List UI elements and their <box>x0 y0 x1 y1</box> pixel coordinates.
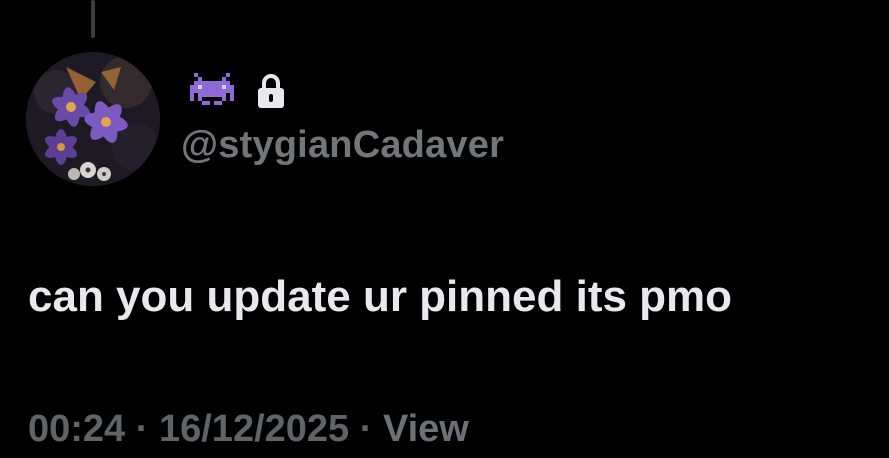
meta-separator: · <box>359 408 373 450</box>
tweet-text: can you update ur pinned its pmo <box>28 272 733 321</box>
thread-connector-line <box>91 0 95 38</box>
tweet-metadata: 00:24 · 16/12/2025 · View <box>28 408 469 451</box>
tweet-time[interactable]: 00:24 <box>28 408 125 450</box>
display-name-row[interactable] <box>190 70 286 112</box>
lock-icon <box>256 73 286 109</box>
avatar[interactable] <box>26 52 160 186</box>
alien-monster-icon <box>190 73 234 109</box>
meta-separator: · <box>135 408 149 450</box>
views-link[interactable]: View <box>383 408 469 450</box>
tweet-date[interactable]: 16/12/2025 <box>159 408 349 450</box>
avatar-image <box>26 52 160 186</box>
user-handle[interactable]: @stygianCadaver <box>181 124 504 167</box>
